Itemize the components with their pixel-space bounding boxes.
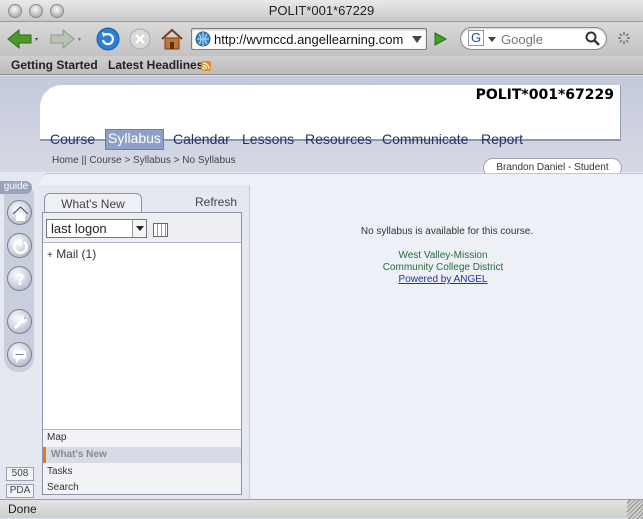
tab-lessons[interactable]: Lessons <box>242 131 294 147</box>
forward-arrow-icon <box>50 28 81 50</box>
search-box[interactable]: G Google <box>460 27 607 50</box>
content-top-edge <box>40 173 643 185</box>
bookmarks-bar: Getting Started Latest Headlines <box>0 56 643 75</box>
whats-new-panel: last logon + Mail (1) Map What's New Tas… <box>42 212 242 495</box>
bookmark-getting-started[interactable]: Getting Started <box>11 58 98 72</box>
window-titlebar: POLIT*001*67229 <box>0 0 643 22</box>
since-filter-value: last logon <box>51 221 107 236</box>
org-name-line2[interactable]: Community College District <box>246 262 640 273</box>
address-bar[interactable]: http://wvmccd.angellearning.com <box>191 28 427 50</box>
help-icon: ? <box>16 271 25 288</box>
tab-syllabus[interactable]: Syllabus <box>105 129 164 150</box>
forward-button[interactable] <box>48 26 84 52</box>
chat-icon <box>13 350 26 363</box>
footer-item-tasks[interactable]: Tasks <box>43 464 241 480</box>
rss-feed-icon <box>201 61 211 71</box>
wrench-icon <box>13 316 27 330</box>
reload-button[interactable] <box>96 26 120 52</box>
accessibility-508-button[interactable]: 508 <box>6 467 34 481</box>
footer-item-whats-new[interactable]: What's New <box>43 447 241 463</box>
pda-view-button[interactable]: PDA <box>6 484 34 498</box>
no-syllabus-message: No syllabus is available for this course… <box>360 226 534 237</box>
site-globe-icon <box>195 31 211 47</box>
expand-plus-icon[interactable]: + <box>47 250 53 261</box>
course-header: POLIT*001*67229 Course Syllabus Calendar… <box>40 85 621 150</box>
go-arrow-icon <box>434 32 448 46</box>
resize-grip[interactable] <box>627 500 643 519</box>
stop-button[interactable] <box>128 26 152 52</box>
tab-course[interactable]: Course <box>50 131 95 147</box>
tab-report[interactable]: Report <box>481 131 523 147</box>
google-engine-icon[interactable]: G <box>468 30 484 46</box>
org-name-line1[interactable]: West Valley-Mission <box>246 250 640 261</box>
breadcrumb[interactable]: Home || Course > Syllabus > No Syllabus <box>52 155 236 166</box>
calendar-icon[interactable] <box>153 223 168 237</box>
guide-chat-button[interactable] <box>7 342 32 367</box>
bookmark-latest-headlines[interactable]: Latest Headlines <box>108 58 203 72</box>
mail-list-item[interactable]: + Mail (1) <box>47 247 96 261</box>
search-placeholder: Google <box>501 32 543 47</box>
tab-resources[interactable]: Resources <box>305 131 372 147</box>
tab-communicate[interactable]: Communicate <box>382 131 468 147</box>
go-button[interactable] <box>430 28 450 50</box>
home-icon <box>12 205 29 221</box>
magnifier-icon[interactable] <box>585 31 601 47</box>
angel-page: POLIT*001*67229 Course Syllabus Calendar… <box>0 76 643 499</box>
guide-help-button[interactable]: ? <box>7 266 32 291</box>
reload-icon <box>96 27 120 51</box>
home-button[interactable] <box>159 26 185 52</box>
course-id: POLIT*001*67229 <box>475 87 614 103</box>
mail-item-label: Mail (1) <box>56 247 97 261</box>
guide-home-button[interactable] <box>7 200 32 225</box>
main-content: No syllabus is available for this course… <box>249 185 643 499</box>
panel-footer-nav: Map What's New Tasks Search <box>43 429 241 494</box>
since-filter-select[interactable]: last logon <box>46 219 147 238</box>
activity-spinner-icon <box>618 32 630 44</box>
chevron-down-icon <box>132 220 146 237</box>
svg-text:?: ? <box>16 271 25 288</box>
footer-item-map[interactable]: Map <box>43 430 241 446</box>
stop-icon <box>129 28 151 50</box>
guide-logout-button[interactable] <box>7 233 32 258</box>
powered-by-link[interactable]: Powered by ANGEL <box>246 274 640 285</box>
back-button[interactable] <box>4 26 40 52</box>
refresh-link[interactable]: Refresh <box>195 195 237 209</box>
power-icon <box>13 239 28 255</box>
whats-new-tab[interactable]: What's New <box>44 193 142 213</box>
url-text: http://wvmccd.angellearning.com <box>214 32 404 47</box>
url-dropdown-icon[interactable] <box>411 35 423 45</box>
back-arrow-icon <box>7 28 38 50</box>
guide-label[interactable]: guide <box>0 181 32 194</box>
whats-new-controls: last logon <box>43 213 241 243</box>
home-icon <box>161 28 183 50</box>
window-title: POLIT*001*67229 <box>268 3 375 18</box>
status-bar: Done <box>0 499 643 519</box>
footer-item-search[interactable]: Search <box>43 480 241 496</box>
guide-settings-button[interactable] <box>7 309 32 334</box>
tab-calendar[interactable]: Calendar <box>173 131 230 147</box>
engine-dropdown-icon[interactable] <box>488 37 496 43</box>
status-text: Done <box>8 502 37 516</box>
